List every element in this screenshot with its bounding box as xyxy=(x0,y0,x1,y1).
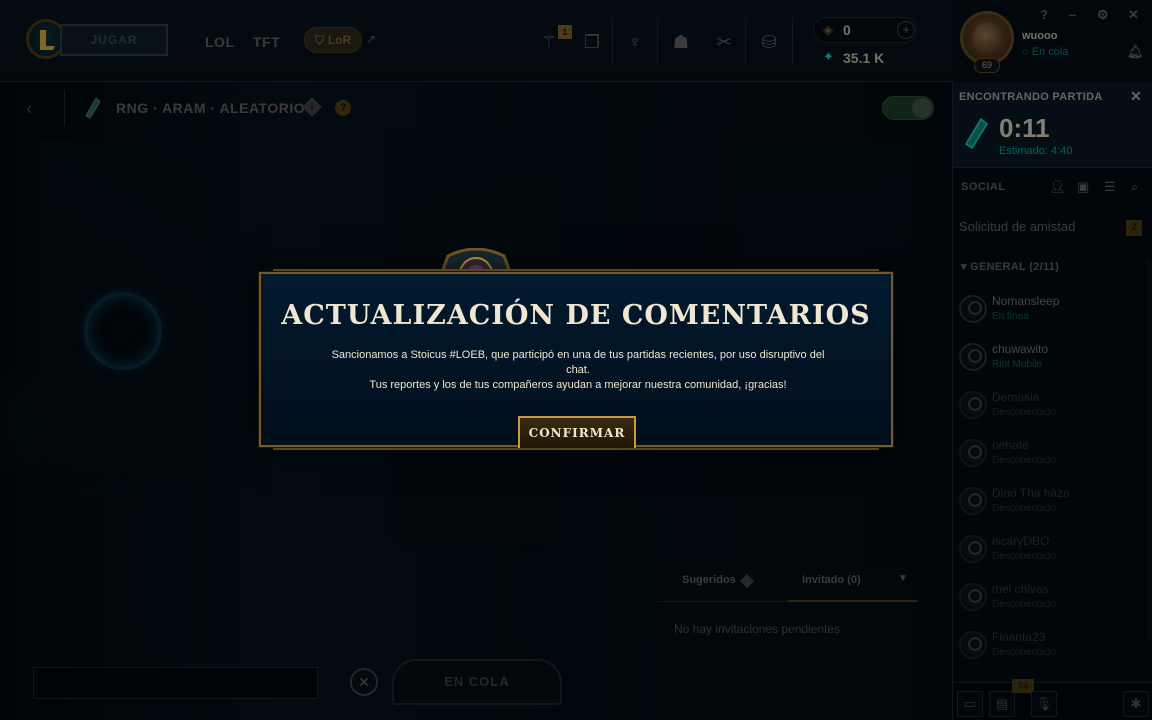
dialog-message-line: Tus reportes y los de tus compañeros ayu… xyxy=(369,379,787,391)
feedback-update-dialog: ACTUALIZACIÓN DE COMENTARIOS Sancionamos… xyxy=(259,269,893,450)
dialog-title: ACTUALIZACIÓN DE COMENTARIOS xyxy=(281,300,871,331)
confirm-button[interactable]: CONFIRMAR xyxy=(518,416,636,450)
dialog-message-line: Sancionamos a Stoicus #LOEB, que partici… xyxy=(331,349,825,376)
dialog-body: Sancionamos a Stoicus #LOEB, que partici… xyxy=(331,348,825,393)
